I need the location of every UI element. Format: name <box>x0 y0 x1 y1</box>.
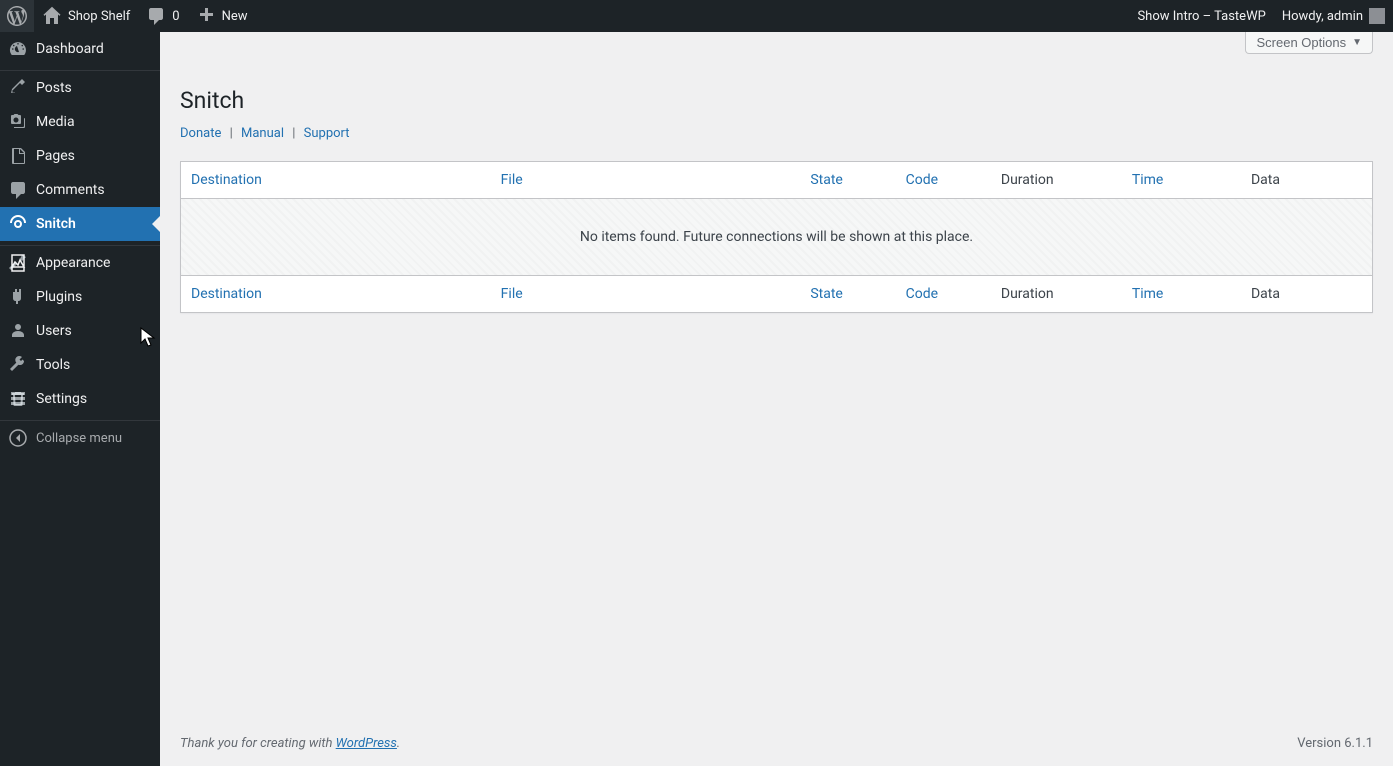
footer-thankyou-prefix: Thank you for creating with <box>180 736 336 751</box>
col-code-sort[interactable]: Code <box>906 172 938 188</box>
footer-thankyou: Thank you for creating with WordPress. <box>180 736 400 751</box>
page-links: Donate | Manual | Support <box>180 126 1373 141</box>
table-empty-row: No items found. Future connections will … <box>181 199 1372 275</box>
snitch-icon <box>0 214 36 234</box>
sidebar-item-users[interactable]: Users <box>0 314 160 348</box>
sidebar-item-plugins[interactable]: Plugins <box>0 280 160 314</box>
tools-icon <box>0 355 36 375</box>
pin-icon <box>0 78 36 98</box>
plugins-icon <box>0 287 36 307</box>
site-name-link[interactable]: Shop Shelf <box>34 0 138 32</box>
col-duration: Duration <box>991 275 1122 312</box>
sidebar-item-label: Comments <box>36 182 105 198</box>
admin-bar-right: Show Intro – TasteWP Howdy, admin <box>1129 0 1393 32</box>
col-destination-sort[interactable]: Destination <box>191 286 262 302</box>
main-content: Screen Options ▼ Snitch Donate | Manual … <box>160 32 1393 766</box>
chevron-down-icon: ▼ <box>1352 37 1362 48</box>
comments-count: 0 <box>172 9 179 24</box>
site-name-label: Shop Shelf <box>68 9 130 24</box>
col-state-sort[interactable]: State <box>810 172 843 188</box>
new-content-link[interactable]: New <box>188 0 256 32</box>
home-icon <box>42 6 62 26</box>
col-state-sort[interactable]: State <box>810 286 843 302</box>
col-file-sort[interactable]: File <box>501 286 523 302</box>
show-intro-link[interactable]: Show Intro – TasteWP <box>1129 0 1273 32</box>
sidebar-item-tools[interactable]: Tools <box>0 348 160 382</box>
screen-options-button[interactable]: Screen Options ▼ <box>1245 32 1373 54</box>
table-footer: Destination File State Code Duration Tim… <box>181 275 1372 312</box>
sidebar-item-label: Appearance <box>36 255 110 271</box>
col-time-sort[interactable]: Time <box>1132 172 1163 188</box>
col-time-sort[interactable]: Time <box>1132 286 1163 302</box>
sidebar-item-posts[interactable]: Posts <box>0 71 160 105</box>
sidebar-item-appearance[interactable]: Appearance <box>0 246 160 280</box>
footer-version: Version 6.1.1 <box>1297 736 1373 751</box>
empty-message: No items found. Future connections will … <box>181 199 1372 275</box>
sidebar-item-label: Snitch <box>36 216 76 232</box>
show-intro-label: Show Intro – TasteWP <box>1137 9 1265 24</box>
col-duration: Duration <box>991 162 1122 199</box>
sidebar-item-label: Media <box>36 114 75 130</box>
sidebar-item-dashboard[interactable]: Dashboard <box>0 32 160 66</box>
admin-sidebar: Dashboard Posts Media Pages Comments Sni… <box>0 32 160 766</box>
appearance-icon <box>0 253 36 273</box>
col-data: Data <box>1241 275 1372 312</box>
donate-link[interactable]: Donate <box>180 126 221 141</box>
avatar <box>1369 8 1385 24</box>
sidebar-item-label: Pages <box>36 148 75 164</box>
new-content-label: New <box>222 9 248 24</box>
settings-icon <box>0 389 36 409</box>
col-code-sort[interactable]: Code <box>906 286 938 302</box>
sidebar-item-settings[interactable]: Settings <box>0 382 160 416</box>
comment-icon <box>146 6 166 26</box>
admin-footer: Thank you for creating with WordPress. V… <box>160 721 1393 766</box>
collapse-menu-button[interactable]: Collapse menu <box>0 421 160 455</box>
sidebar-item-label: Users <box>36 323 72 339</box>
sidebar-item-media[interactable]: Media <box>0 105 160 139</box>
page-title: Snitch <box>180 78 1373 118</box>
screen-options-label: Screen Options <box>1256 35 1346 50</box>
my-account-link[interactable]: Howdy, admin <box>1274 0 1393 32</box>
pages-icon <box>0 146 36 166</box>
sidebar-item-snitch[interactable]: Snitch <box>0 207 160 241</box>
manual-link[interactable]: Manual <box>241 126 284 141</box>
col-destination-sort[interactable]: Destination <box>191 172 262 188</box>
howdy-label: Howdy, admin <box>1282 9 1363 24</box>
col-data: Data <box>1241 162 1372 199</box>
comments-link[interactable]: 0 <box>138 0 187 32</box>
wordpress-logo-icon <box>7 6 27 26</box>
collapse-icon <box>0 428 36 448</box>
wordpress-link[interactable]: WordPress <box>336 736 397 751</box>
connections-table: Destination File State Code Duration Tim… <box>180 161 1373 313</box>
sidebar-item-label: Posts <box>36 80 72 96</box>
plus-icon <box>196 6 216 26</box>
col-file-sort[interactable]: File <box>501 172 523 188</box>
content-body: Snitch Donate | Manual | Support Destina… <box>160 68 1393 313</box>
admin-bar-left: Shop Shelf 0 New <box>0 0 256 32</box>
support-link[interactable]: Support <box>304 126 350 141</box>
screen-options-wrap: Screen Options ▼ <box>160 32 1393 68</box>
wordpress-logo[interactable] <box>0 0 34 32</box>
collapse-menu-label: Collapse menu <box>36 431 122 446</box>
footer-thankyou-suffix: . <box>397 736 400 751</box>
dashboard-icon <box>0 39 36 59</box>
sidebar-item-label: Dashboard <box>36 41 104 57</box>
sidebar-item-label: Plugins <box>36 289 82 305</box>
media-icon <box>0 112 36 132</box>
sidebar-item-label: Tools <box>36 357 70 373</box>
sidebar-item-comments[interactable]: Comments <box>0 173 160 207</box>
users-icon <box>0 321 36 341</box>
comments-icon <box>0 180 36 200</box>
separator: | <box>287 126 300 141</box>
admin-bar: Shop Shelf 0 New Show Intro – TasteWP Ho… <box>0 0 1393 32</box>
sidebar-item-pages[interactable]: Pages <box>0 139 160 173</box>
table-header: Destination File State Code Duration Tim… <box>181 162 1372 199</box>
sidebar-item-label: Settings <box>36 391 87 407</box>
separator: | <box>225 126 238 141</box>
